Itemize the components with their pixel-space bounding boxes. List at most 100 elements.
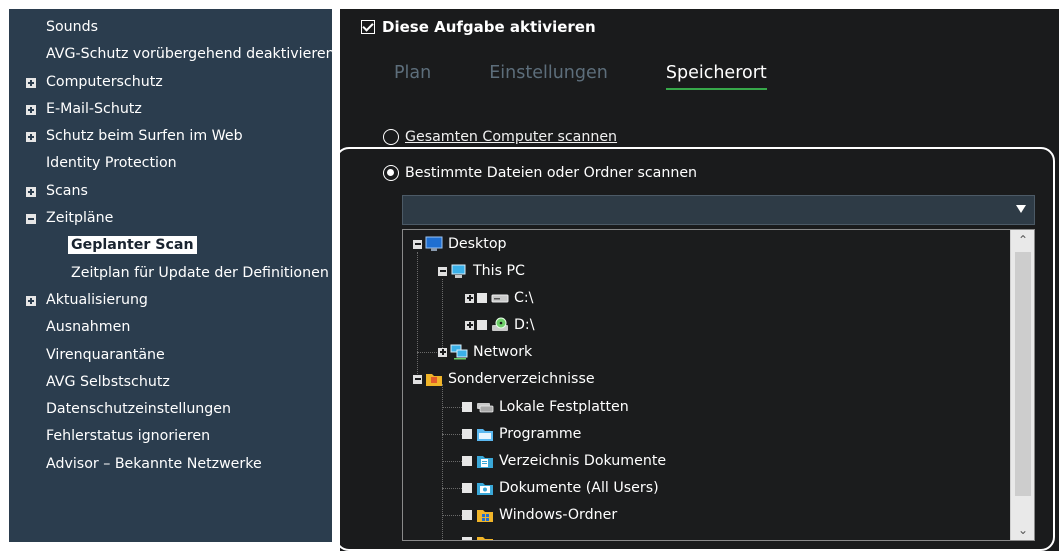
sidebar-item-datenschutz[interactable]: Datenschutzeinstellungen xyxy=(9,396,332,423)
collapse-icon[interactable] xyxy=(438,266,447,276)
tree-node-label: C:\ xyxy=(514,290,534,306)
sidebar-item-label: Aktualisierung xyxy=(46,291,148,308)
checkbox-checked-icon[interactable] xyxy=(361,20,375,34)
tree-checkbox[interactable] xyxy=(462,429,472,439)
scrollbar-thumb[interactable] xyxy=(1015,252,1031,496)
tab-einstellungen[interactable]: Einstellungen xyxy=(489,63,608,90)
tree-node-verzeichnis-dokumente[interactable]: Verzeichnis Dokumente xyxy=(462,450,666,472)
sidebar-item-label: AVG-Schutz vorübergehend deaktivieren xyxy=(46,46,332,63)
collapse-icon[interactable] xyxy=(413,239,422,249)
documents-icon xyxy=(477,456,493,468)
drive-icon xyxy=(491,294,509,303)
tree-node-label: Desktop xyxy=(448,236,507,252)
tree-checkbox[interactable] xyxy=(462,456,472,466)
tree-checkbox[interactable] xyxy=(477,293,487,303)
tab-plan[interactable]: Plan xyxy=(394,63,431,90)
sidebar-item-label: Fehlerstatus ignorieren xyxy=(46,428,211,445)
tree-node-network[interactable]: Network xyxy=(438,341,532,363)
scan-whole-computer-radio[interactable]: Gesamten Computer scannen xyxy=(383,126,617,148)
tree-node-partial[interactable] xyxy=(462,531,499,540)
radio-label: Bestimmte Dateien oder Ordner scannen xyxy=(405,165,698,181)
sidebar-item-sounds[interactable]: Sounds xyxy=(9,14,332,41)
tree-node-this-pc[interactable]: This PC xyxy=(438,260,525,282)
enable-task-label: Diese Aufgabe aktivieren xyxy=(382,18,596,36)
expand-icon[interactable] xyxy=(26,186,36,197)
tree-node-sonderverzeichnisse[interactable]: Sonderverzeichnisse xyxy=(413,368,595,390)
sidebar-item-virenquarantaene[interactable]: Virenquarantäne xyxy=(9,342,332,369)
sidebar-item-geplanter-scan[interactable]: Geplanter Scan xyxy=(9,232,332,259)
tab-bar: Plan Einstellungen Speicherort xyxy=(394,63,825,90)
tree-connector xyxy=(442,279,443,350)
sidebar-item-identity-protection[interactable]: Identity Protection xyxy=(9,150,332,177)
radio-unselected-icon[interactable] xyxy=(383,129,399,145)
tree-node-desktop[interactable]: Desktop xyxy=(413,233,507,255)
sidebar-item-aktualisierung[interactable]: Aktualisierung xyxy=(9,287,332,314)
sidebar-nav: Sounds AVG-Schutz vorübergehend deaktivi… xyxy=(9,9,332,478)
tree-connector xyxy=(442,515,462,516)
sidebar-item-label: Datenschutzeinstellungen xyxy=(46,401,232,418)
tree-node-drive-c[interactable]: C:\ xyxy=(465,287,533,309)
tree-connector xyxy=(417,252,418,384)
sidebar-item-advisor[interactable]: Advisor – Bekannte Netzwerke xyxy=(9,451,332,478)
tree-scrollbar[interactable]: ⌃ ⌄ xyxy=(1010,230,1034,540)
tree-node-programme[interactable]: Programme xyxy=(462,423,581,445)
path-dropdown[interactable] xyxy=(402,195,1035,225)
sidebar-item-web-schutz[interactable]: Schutz beim Surfen im Web xyxy=(9,123,332,150)
sidebar-item-computerschutz[interactable]: Computerschutz xyxy=(9,69,332,96)
expand-icon[interactable] xyxy=(26,132,36,143)
tree-node-drive-d[interactable]: D:\ xyxy=(465,314,535,336)
expand-icon[interactable] xyxy=(26,77,36,88)
tree-node-label: Programme xyxy=(499,426,582,442)
sidebar-item-update-zeitplan[interactable]: Zeitplan für Update der Definitionen xyxy=(9,260,332,287)
computer-icon xyxy=(451,264,466,278)
sidebar-item-ausnahmen[interactable]: Ausnahmen xyxy=(9,314,332,341)
scroll-up-icon[interactable]: ⌃ xyxy=(1011,230,1034,250)
tree-checkbox[interactable] xyxy=(462,537,472,540)
radio-selected-icon[interactable] xyxy=(383,165,399,181)
dropdown-arrow-icon[interactable] xyxy=(1016,205,1026,213)
desktop-icon xyxy=(425,236,443,251)
sidebar-item-selbstschutz[interactable]: AVG Selbstschutz xyxy=(9,369,332,396)
expand-icon[interactable] xyxy=(465,293,474,303)
tree-node-windows-ordner[interactable]: Windows-Ordner xyxy=(462,504,617,526)
tree-checkbox[interactable] xyxy=(462,483,472,493)
tree-checkbox[interactable] xyxy=(477,320,487,330)
tree-node-label: D:\ xyxy=(514,317,535,333)
folder-tree[interactable]: Desktop This PC C:\ D:\ Network Sonderve… xyxy=(402,229,1035,541)
tree-node-label: Lokale Festplatten xyxy=(499,399,629,415)
sidebar-item-scans[interactable]: Scans xyxy=(9,178,332,205)
expand-icon[interactable] xyxy=(26,295,36,306)
scroll-down-icon[interactable]: ⌄ xyxy=(1011,520,1034,540)
sidebar-item-label: Ausnahmen xyxy=(46,319,131,336)
tree-connector xyxy=(417,352,439,353)
collapse-icon[interactable] xyxy=(413,374,422,384)
sidebar-item-label: Scans xyxy=(46,182,88,199)
expand-icon[interactable] xyxy=(438,347,447,357)
sidebar-item-label: Geplanter Scan xyxy=(68,236,197,255)
expand-icon[interactable] xyxy=(26,104,36,115)
expand-icon[interactable] xyxy=(465,320,474,330)
tree-checkbox[interactable] xyxy=(462,402,472,412)
windows-folder-icon xyxy=(477,510,493,522)
sidebar-item-zeitplaene[interactable]: Zeitpläne xyxy=(9,205,332,232)
folder-icon xyxy=(477,429,493,441)
special-folder-icon xyxy=(426,374,442,386)
tree-node-lokale-festplatten[interactable]: Lokale Festplatten xyxy=(462,396,629,418)
sidebar-item-label: Identity Protection xyxy=(46,155,177,172)
sidebar-item-label: AVG Selbstschutz xyxy=(46,373,170,390)
tab-speicherort[interactable]: Speicherort xyxy=(665,63,767,90)
tree-node-dokumente-all-users[interactable]: Dokumente (All Users) xyxy=(462,477,659,499)
local-disks-icon xyxy=(477,403,494,413)
tree-connector xyxy=(442,488,462,489)
tree-connector xyxy=(442,407,462,408)
tree-node-label: Verzeichnis Dokumente xyxy=(499,453,667,469)
sidebar-item-fehlerstatus[interactable]: Fehlerstatus ignorieren xyxy=(9,423,332,450)
sidebar-item-label: Zeitplan für Update der Definitionen xyxy=(71,264,329,281)
scan-specific-files-radio[interactable]: Bestimmte Dateien oder Ordner scannen xyxy=(383,162,697,184)
tree-checkbox[interactable] xyxy=(462,510,472,520)
tree-node-label: Dokumente (All Users) xyxy=(499,480,659,496)
enable-task-checkbox[interactable]: Diese Aufgabe aktivieren xyxy=(361,16,596,38)
collapse-icon[interactable] xyxy=(26,214,36,225)
sidebar-item-avg-disable[interactable]: AVG-Schutz vorübergehend deaktivieren xyxy=(9,41,332,68)
sidebar-item-email-schutz[interactable]: E-Mail-Schutz xyxy=(9,96,332,123)
